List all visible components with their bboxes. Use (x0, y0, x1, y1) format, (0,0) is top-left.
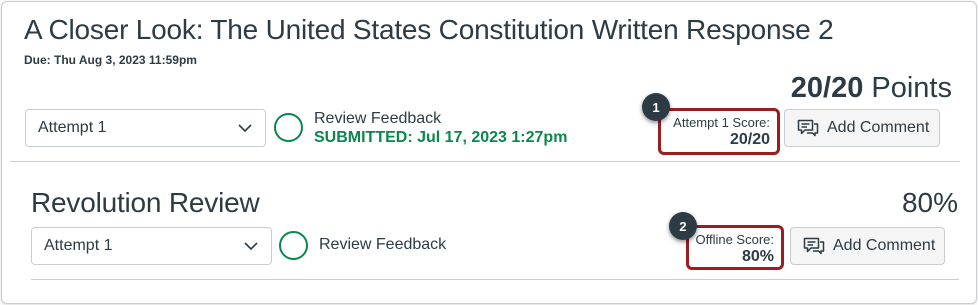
submission-details-panel: A Closer Look: The United States Constit… (1, 1, 977, 304)
score-label: Attempt 1 Score: (673, 115, 770, 130)
attempt-select-value: Attempt 1 (44, 237, 113, 254)
points-value: 20/20 (790, 72, 864, 104)
score-value: 80% (741, 248, 774, 265)
section-divider (10, 161, 960, 162)
add-comment-button[interactable]: Add Comment (790, 227, 945, 265)
section-divider (31, 279, 959, 280)
chevron-down-icon (243, 238, 259, 254)
offline-score-box: Offline Score: 80% (686, 225, 784, 270)
due-date: Due: Thu Aug 3, 2023 11:59pm (24, 53, 197, 67)
score-value: 20/20 (729, 131, 770, 148)
attempt-select[interactable]: Attempt 1 (25, 109, 266, 147)
attempt-select[interactable]: Attempt 1 (31, 227, 272, 265)
add-comment-label: Add Comment (827, 119, 930, 136)
callout-marker: 1 (642, 93, 670, 121)
review-feedback-link[interactable]: Review Feedback (314, 110, 441, 128)
add-comment-button[interactable]: Add Comment (784, 109, 940, 147)
grade-display: 80% (901, 187, 958, 218)
assignment-title: Revolution Review (31, 187, 260, 218)
callout-marker: 2 (669, 212, 697, 240)
points-unit: Points (871, 72, 952, 104)
review-feedback-link[interactable]: Review Feedback (319, 236, 446, 254)
assignment-title: A Closer Look: The United States Constit… (24, 14, 834, 45)
feedback-status-circle-icon (274, 113, 303, 142)
comment-icon (803, 237, 825, 255)
attempt-score-box: Attempt 1 Score: 20/20 (658, 108, 780, 155)
attempt-select-value: Attempt 1 (38, 119, 107, 136)
comment-icon (797, 119, 819, 137)
score-label: Offline Score: (695, 232, 774, 247)
feedback-status-circle-icon (279, 231, 308, 260)
add-comment-label: Add Comment (833, 237, 936, 254)
points-display: 20/20 Points (791, 72, 952, 105)
chevron-down-icon (237, 120, 253, 136)
submitted-status: SUBMITTED: Jul 17, 2023 1:27pm (314, 129, 568, 146)
